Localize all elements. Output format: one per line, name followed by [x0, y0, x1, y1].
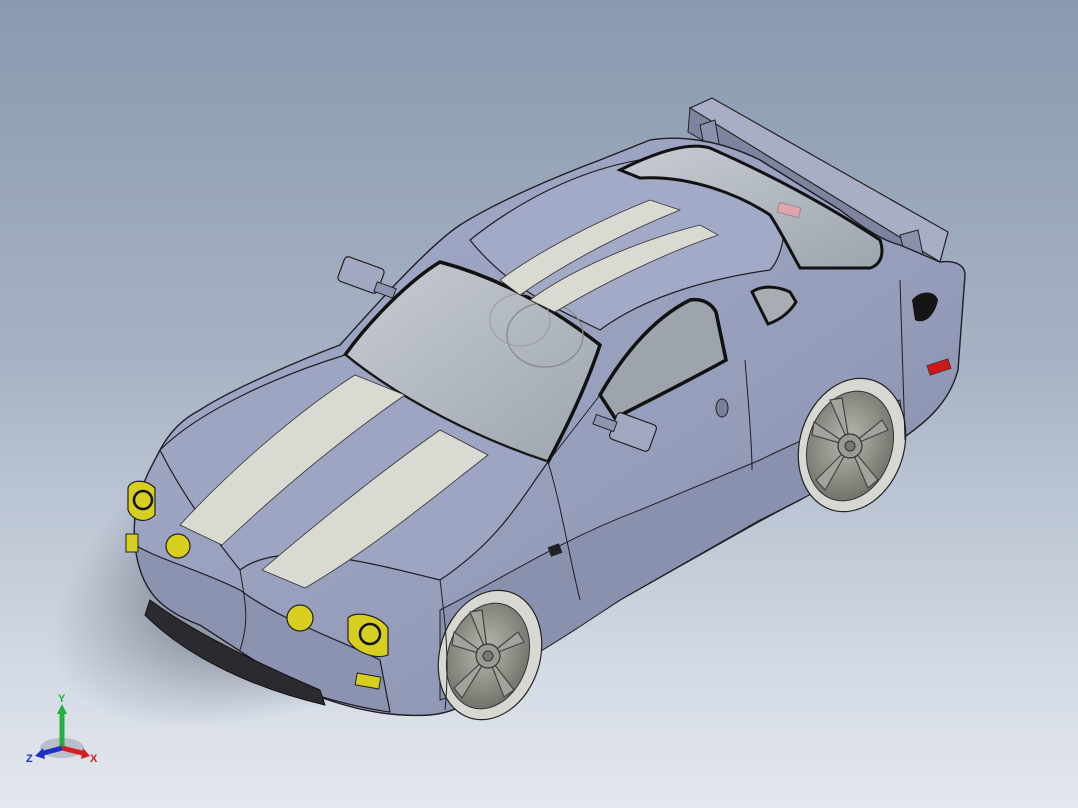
car-model[interactable] — [0, 0, 1078, 808]
triad-y-arrow — [57, 704, 67, 714]
triad-x-label: X — [90, 753, 98, 765]
fog-lamp-right — [286, 604, 314, 632]
mirror-left[interactable] — [337, 256, 397, 299]
fog-lamp-left — [165, 533, 191, 559]
door-handle[interactable] — [715, 398, 729, 418]
triad-y-label: Y — [58, 693, 66, 705]
turn-signal-left — [125, 533, 139, 553]
graphics-viewport[interactable]: Y X Z — [0, 0, 1078, 808]
view-orientation-triad[interactable]: Y X Z — [20, 690, 110, 780]
triad-z-label: Z — [26, 753, 33, 765]
